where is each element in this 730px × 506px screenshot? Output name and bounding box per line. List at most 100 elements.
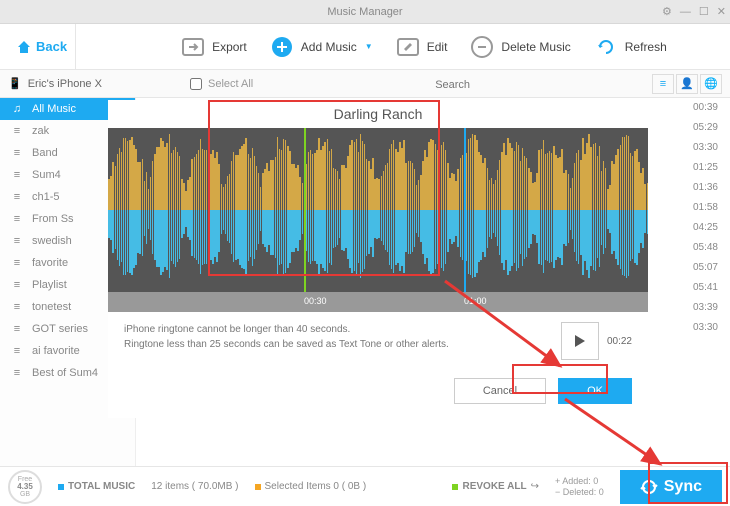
device-name: Eric's iPhone X (28, 78, 102, 90)
sidebar-item-label: GOT series (32, 323, 88, 335)
sidebar-item-label: Band (32, 147, 58, 159)
subheader: 📱 Eric's iPhone X Select All ≡ 👤 🌐 (0, 70, 730, 98)
sidebar-item-label: ai favorite (32, 345, 80, 357)
toolbar: Back Export Add Music ▼ Edit Delete Musi… (0, 24, 730, 70)
add-music-icon (269, 34, 295, 60)
dot-icon (452, 484, 458, 490)
playlist-icon: ≡ (10, 345, 24, 357)
playlist-icon: ≡ (10, 191, 24, 203)
revoke-label: REVOKE ALL (462, 481, 526, 492)
revoke-arrow-icon: ↪ (531, 481, 539, 492)
duration-cell: 01:36 (693, 182, 718, 193)
playlist-icon: ≡ (10, 169, 24, 181)
ringtone-editor: Darling Ranch 00:30 01:00 iPhone rington… (108, 100, 648, 418)
selection-start-marker[interactable] (304, 128, 306, 292)
back-button[interactable]: Back (8, 24, 76, 69)
waveform[interactable] (108, 128, 648, 292)
export-icon (180, 34, 206, 60)
minimize-icon[interactable]: — (680, 6, 691, 18)
playlist-icon: ≡ (10, 367, 24, 379)
select-all-checkbox[interactable] (190, 78, 202, 90)
duration-cell: 01:58 (693, 202, 718, 213)
total-music-label: TOTAL MUSIC (68, 481, 135, 492)
search-input[interactable] (293, 79, 612, 91)
edit-icon (395, 34, 421, 60)
dot-icon (58, 484, 64, 490)
playlist-icon: ♫ (10, 103, 24, 115)
ok-button[interactable]: OK (558, 378, 632, 404)
sidebar-item-label: From Ss (32, 213, 74, 225)
playlist-icon: ≡ (10, 125, 24, 137)
add-music-button[interactable]: Add Music ▼ (269, 34, 373, 60)
list-view-icon[interactable]: ≡ (652, 74, 674, 94)
maximize-icon[interactable]: ☐ (699, 5, 709, 18)
gear-icon[interactable]: ⚙ (662, 5, 672, 18)
playlist-icon: ≡ (10, 213, 24, 225)
edit-label: Edit (427, 40, 448, 54)
device-label[interactable]: 📱 Eric's iPhone X (8, 77, 136, 90)
sidebar-item-label: Playlist (32, 279, 67, 291)
storage-unit: GB (20, 491, 30, 498)
app-title: Music Manager (327, 6, 402, 18)
person-add-icon[interactable]: 👤 (676, 74, 698, 94)
editor-title: Darling Ranch (108, 100, 648, 128)
export-label: Export (212, 40, 247, 54)
chevron-down-icon: ▼ (365, 42, 373, 51)
storage-indicator: Free 4.35 GB (8, 470, 42, 504)
duration-cell: 05:48 (693, 242, 718, 253)
add-music-label: Add Music (301, 40, 357, 54)
info-line-1: iPhone ringtone cannot be longer than 40… (124, 322, 561, 337)
total-music-stat: TOTAL MUSIC (58, 481, 135, 492)
added-stat: + Added: 0 (555, 476, 604, 486)
revoke-all[interactable]: REVOKE ALL ↪ (452, 481, 538, 492)
duration-cell: 00:39 (693, 102, 718, 113)
close-icon[interactable]: ✕ (717, 5, 726, 18)
playlist-icon: ≡ (10, 323, 24, 335)
time-t1: 00:30 (304, 296, 327, 306)
refresh-icon (593, 34, 619, 60)
sync-label: Sync (664, 478, 702, 496)
sidebar-item-label: swedish (32, 235, 72, 247)
play-time: 00:22 (607, 336, 632, 347)
duration-cell: 04:25 (693, 222, 718, 233)
sidebar-item-label: ch1-5 (32, 191, 60, 203)
duration-cell: 03:39 (693, 302, 718, 313)
footer: Free 4.35 GB TOTAL MUSIC 12 items ( 70.0… (0, 466, 730, 506)
home-icon (16, 39, 32, 55)
sync-button[interactable]: Sync (620, 470, 722, 504)
refresh-button[interactable]: Refresh (593, 34, 667, 60)
editor-info: iPhone ringtone cannot be longer than 40… (124, 322, 561, 352)
duration-cell: 05:41 (693, 282, 718, 293)
select-all[interactable]: Select All (190, 78, 253, 90)
cancel-button[interactable]: Cancel (454, 378, 546, 404)
refresh-label: Refresh (625, 40, 667, 54)
playlist-icon: ≡ (10, 235, 24, 247)
info-line-2: Ringtone less than 25 seconds can be sav… (124, 337, 561, 352)
duration-cell: 01:25 (693, 162, 718, 173)
playlist-icon: ≡ (10, 257, 24, 269)
view-controls: ≡ 👤 🌐 (652, 74, 722, 94)
sidebar-item-label: tonetest (32, 301, 71, 313)
duration-cell: 05:29 (693, 122, 718, 133)
play-button[interactable] (561, 322, 599, 360)
sidebar-item-label: Best of Sum4 (32, 367, 98, 379)
sidebar-item-label: zak (32, 125, 49, 137)
duration-cell: 05:07 (693, 262, 718, 273)
window-controls: ⚙ — ☐ ✕ (662, 5, 726, 18)
selection-end-marker[interactable] (464, 128, 466, 292)
dot-icon (255, 484, 261, 490)
globe-icon[interactable]: 🌐 (700, 74, 722, 94)
delete-icon (469, 34, 495, 60)
delete-music-button[interactable]: Delete Music (469, 34, 570, 60)
sidebar-item-label: All Music (32, 103, 76, 115)
timeline: 00:30 01:00 (108, 292, 648, 312)
delete-label: Delete Music (501, 40, 570, 54)
duration-column: 00:3905:2903:3001:2501:3601:5804:2505:48… (693, 102, 718, 333)
sidebar-item-label: favorite (32, 257, 68, 269)
export-button[interactable]: Export (180, 34, 247, 60)
playlist-icon: ≡ (10, 301, 24, 313)
edit-button[interactable]: Edit (395, 34, 448, 60)
search-box (293, 75, 612, 93)
back-label: Back (36, 39, 67, 54)
phone-icon: 📱 (8, 77, 22, 90)
